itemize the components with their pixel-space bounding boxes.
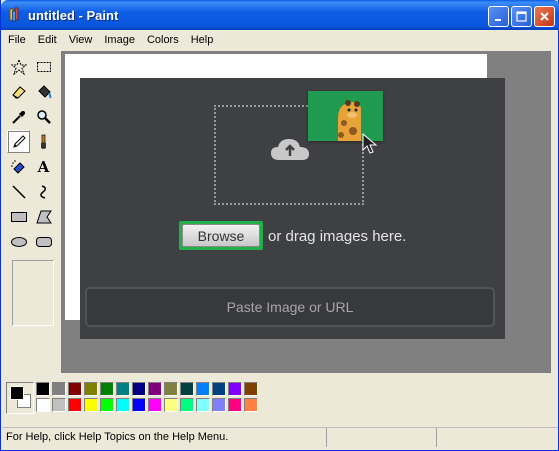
- cloud-upload-icon: [271, 139, 309, 160]
- eyedropper-icon: [11, 110, 25, 124]
- rect-select-icon: [36, 61, 51, 72]
- menu-view[interactable]: View: [63, 31, 99, 49]
- palette-swatch[interactable]: [244, 382, 258, 396]
- brush-icon: [40, 134, 46, 149]
- close-button[interactable]: [534, 6, 555, 27]
- menu-edit[interactable]: Edit: [32, 31, 63, 49]
- star-select-icon: [10, 58, 27, 75]
- drag-instruction-text: or drag images here.: [268, 228, 407, 245]
- magnifier-icon: [36, 109, 51, 124]
- palette-swatch[interactable]: [100, 382, 114, 396]
- palette-swatch[interactable]: [164, 398, 178, 412]
- palette-swatch[interactable]: [244, 398, 258, 412]
- ellipse-tool[interactable]: [7, 230, 30, 253]
- paint-window: untitled - Paint File Edit View Image Co…: [0, 0, 559, 451]
- palette-swatch[interactable]: [196, 398, 210, 412]
- curve-icon: [39, 184, 46, 199]
- airbrush-tool[interactable]: [7, 155, 30, 178]
- line-icon: [11, 184, 26, 199]
- palette-swatch[interactable]: [180, 398, 194, 412]
- palette-swatch[interactable]: [148, 382, 162, 396]
- airbrush-icon: [10, 159, 25, 174]
- foreground-color: [10, 386, 24, 400]
- minimize-icon: [495, 19, 501, 21]
- current-colors-box[interactable]: [6, 382, 34, 414]
- palette-swatch[interactable]: [116, 382, 130, 396]
- menu-colors[interactable]: Colors: [141, 31, 185, 49]
- palette-swatch[interactable]: [36, 382, 50, 396]
- palette-swatch[interactable]: [84, 398, 98, 412]
- ellipse-icon: [10, 236, 27, 247]
- title-bar[interactable]: untitled - Paint: [1, 0, 559, 30]
- maximize-button[interactable]: [511, 6, 532, 27]
- palette-swatch[interactable]: [164, 382, 178, 396]
- paint-app-icon: [9, 7, 19, 22]
- palette-swatch[interactable]: [180, 382, 194, 396]
- browse-button[interactable]: Browse: [182, 224, 260, 247]
- palette-swatch[interactable]: [52, 382, 66, 396]
- mouse-cursor-icon: [362, 133, 378, 154]
- rounded-rectangle-tool[interactable]: [32, 230, 55, 253]
- window-title: untitled - Paint: [28, 8, 119, 23]
- select-tool[interactable]: [32, 55, 55, 78]
- palette-swatch[interactable]: [196, 382, 210, 396]
- rectangle-icon: [10, 211, 27, 222]
- paste-url-input[interactable]: Paste Image or URL: [85, 287, 495, 327]
- polygon-tool[interactable]: [32, 205, 55, 228]
- paint-bucket-icon: [37, 84, 51, 98]
- magnifier-tool[interactable]: [32, 105, 55, 128]
- minimize-button[interactable]: [488, 6, 509, 27]
- menu-file[interactable]: File: [2, 31, 32, 49]
- free-form-select-tool[interactable]: [7, 55, 30, 78]
- color-palette: [2, 374, 558, 421]
- toolbox: A: [3, 52, 60, 374]
- brush-tool[interactable]: [32, 130, 55, 153]
- tool-options-box[interactable]: [12, 260, 54, 326]
- palette-swatch[interactable]: [212, 382, 226, 396]
- status-help-text: For Help, click Help Topics on the Help …: [2, 428, 327, 447]
- status-bar: For Help, click Help Topics on the Help …: [2, 427, 558, 447]
- rounded-rect-icon: [35, 236, 52, 247]
- eraser-icon: [11, 85, 26, 99]
- palette-swatch[interactable]: [132, 398, 146, 412]
- palette-swatch[interactable]: [68, 398, 82, 412]
- menu-help[interactable]: Help: [185, 31, 220, 49]
- pick-color-tool[interactable]: [7, 105, 30, 128]
- polygon-icon: [35, 210, 52, 223]
- status-size: [437, 428, 547, 447]
- maximize-icon: [516, 11, 527, 22]
- palette-swatch[interactable]: [36, 398, 50, 412]
- rectangle-tool[interactable]: [7, 205, 30, 228]
- pasted-upload-widget-image: Browse or drag images here. Paste Image …: [80, 78, 505, 339]
- palette-swatch[interactable]: [100, 398, 114, 412]
- menu-image[interactable]: Image: [98, 31, 141, 49]
- palette-swatch[interactable]: [148, 398, 162, 412]
- close-icon: [540, 12, 549, 21]
- palette-swatch[interactable]: [132, 382, 146, 396]
- line-tool[interactable]: [7, 180, 30, 203]
- text-tool[interactable]: A: [32, 155, 55, 178]
- pencil-icon: [12, 134, 26, 148]
- palette-swatch[interactable]: [52, 398, 66, 412]
- palette-swatch[interactable]: [68, 382, 82, 396]
- eraser-tool[interactable]: [7, 80, 30, 103]
- curve-tool[interactable]: [32, 180, 55, 203]
- palette-swatch[interactable]: [228, 382, 242, 396]
- palette-swatch[interactable]: [228, 398, 242, 412]
- palette-swatch[interactable]: [116, 398, 130, 412]
- fill-tool[interactable]: [32, 80, 55, 103]
- pencil-tool[interactable]: [7, 130, 30, 153]
- browse-button-highlight: Browse: [179, 221, 263, 250]
- palette-swatch[interactable]: [212, 398, 226, 412]
- menu-bar: File Edit View Image Colors Help: [2, 30, 558, 49]
- text-icon: A: [37, 157, 50, 176]
- status-coordinates: [327, 428, 437, 447]
- palette-swatch[interactable]: [84, 382, 98, 396]
